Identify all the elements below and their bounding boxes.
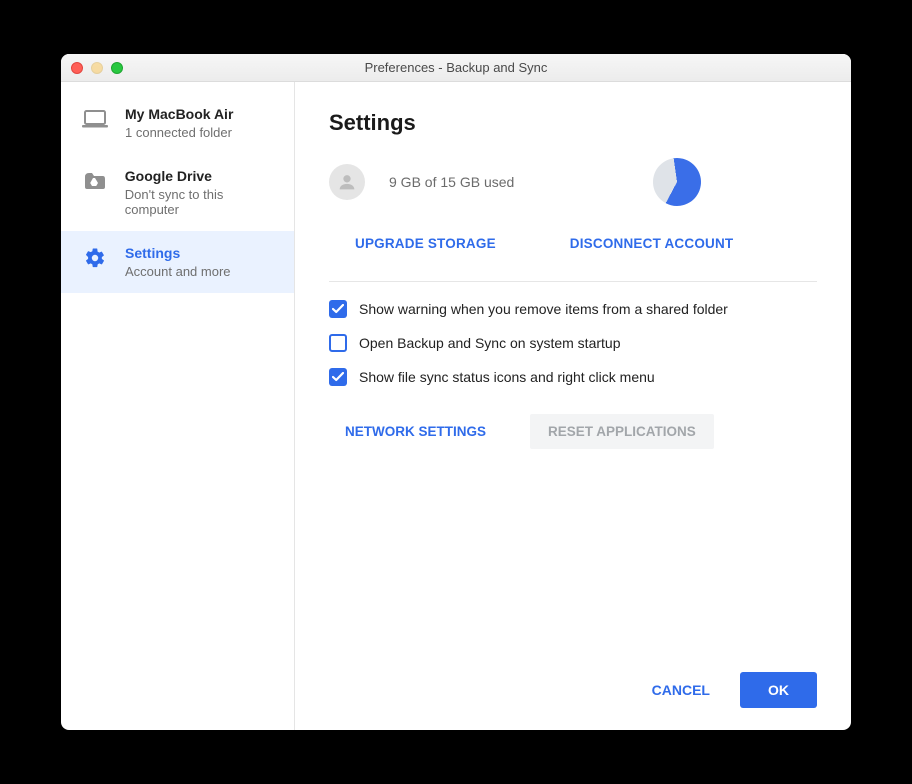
sidebar-item-my-computer[interactable]: My MacBook Air 1 connected folder — [61, 92, 294, 154]
sidebar: My MacBook Air 1 connected folder Google… — [61, 82, 295, 730]
checkmark-icon — [329, 300, 347, 318]
cancel-button[interactable]: CANCEL — [632, 672, 730, 708]
sidebar-item-google-drive[interactable]: Google Drive Don't sync to this computer — [61, 154, 294, 231]
sidebar-item-title: My MacBook Air — [125, 106, 233, 122]
disconnect-account-button[interactable]: DISCONNECT ACCOUNT — [568, 230, 736, 257]
sidebar-item-title: Settings — [125, 245, 231, 261]
checkbox-sync-status-icons[interactable]: Show file sync status icons and right cl… — [329, 368, 817, 386]
page-title: Settings — [329, 110, 817, 136]
network-settings-button[interactable]: NETWORK SETTINGS — [329, 414, 502, 449]
upgrade-storage-button[interactable]: UPGRADE STORAGE — [353, 230, 498, 257]
sidebar-item-title: Google Drive — [125, 168, 280, 184]
checkbox-empty-icon — [329, 334, 347, 352]
laptop-icon — [81, 108, 109, 130]
preferences-window: Preferences - Backup and Sync My MacBook… — [61, 54, 851, 730]
window-controls — [71, 62, 123, 74]
gear-icon — [81, 247, 109, 269]
window-body: My MacBook Air 1 connected folder Google… — [61, 82, 851, 730]
storage-actions: UPGRADE STORAGE DISCONNECT ACCOUNT — [353, 230, 817, 257]
avatar — [329, 164, 365, 200]
drive-icon — [81, 170, 109, 192]
reset-applications-button[interactable]: RESET APPLICATIONS — [530, 414, 714, 449]
storage-pie-icon — [650, 155, 704, 209]
window-title: Preferences - Backup and Sync — [61, 60, 851, 75]
checkbox-label: Open Backup and Sync on system startup — [359, 335, 620, 351]
titlebar: Preferences - Backup and Sync — [61, 54, 851, 82]
sidebar-item-subtitle: 1 connected folder — [125, 125, 233, 140]
main-panel: Settings 9 GB of 15 GB used UPGRADE STOR… — [295, 82, 851, 730]
settings-button-row: NETWORK SETTINGS RESET APPLICATIONS — [329, 414, 817, 449]
checkmark-icon — [329, 368, 347, 386]
dialog-footer: CANCEL OK — [632, 672, 817, 708]
storage-row: 9 GB of 15 GB used — [329, 158, 817, 206]
zoom-window-icon[interactable] — [111, 62, 123, 74]
checkbox-open-on-startup[interactable]: Open Backup and Sync on system startup — [329, 334, 817, 352]
checkbox-group: Show warning when you remove items from … — [329, 300, 817, 386]
divider — [329, 281, 817, 282]
checkbox-label: Show warning when you remove items from … — [359, 301, 728, 317]
checkbox-warning-shared-folder[interactable]: Show warning when you remove items from … — [329, 300, 817, 318]
sidebar-item-settings[interactable]: Settings Account and more — [61, 231, 294, 293]
checkbox-label: Show file sync status icons and right cl… — [359, 369, 655, 385]
sidebar-item-subtitle: Don't sync to this computer — [125, 187, 280, 217]
minimize-window-icon — [91, 62, 103, 74]
close-window-icon[interactable] — [71, 62, 83, 74]
ok-button[interactable]: OK — [740, 672, 817, 708]
storage-text: 9 GB of 15 GB used — [389, 174, 514, 190]
sidebar-item-subtitle: Account and more — [125, 264, 231, 279]
